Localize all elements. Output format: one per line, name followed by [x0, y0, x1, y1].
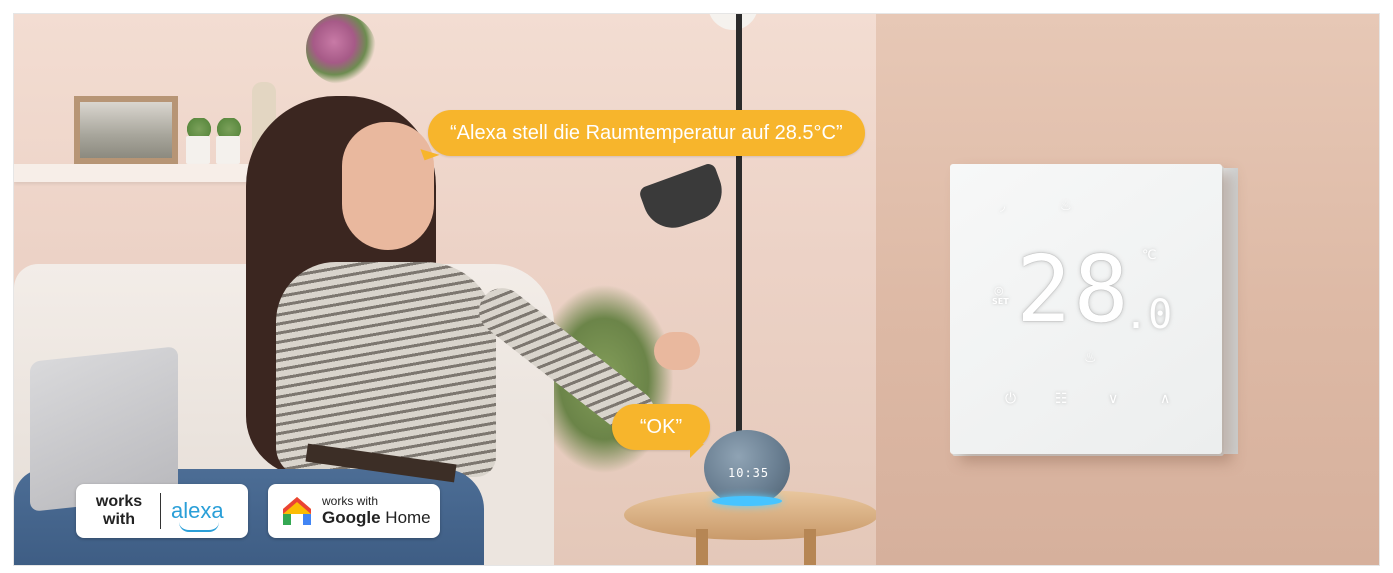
down-arrow-icon: ∨ — [1108, 390, 1119, 406]
voice-command-bubble: “Alexa stell die Raumtemperatur auf 28.5… — [428, 110, 865, 156]
woman-face — [342, 122, 434, 250]
wall-shelf — [14, 164, 279, 182]
floor-lamp-top — [708, 14, 758, 30]
up-arrow-icon: ∧ — [1160, 390, 1171, 406]
set-icon: ◎ — [994, 284, 1004, 297]
alexa-works-with-label: works with — [84, 493, 161, 529]
alexa-logo: alexa — [171, 500, 224, 532]
smart-speaker-clock: 10:35 — [728, 466, 770, 480]
floor-lamp-shade — [637, 161, 731, 237]
plant-pot — [216, 136, 240, 164]
google-home-icon — [280, 494, 314, 528]
thermostat-temperature: 28 — [1016, 236, 1131, 343]
flame-icon: ♨ — [1060, 199, 1072, 214]
celsius-icon: ℃ — [1142, 248, 1157, 263]
set-label-icon: SET — [992, 297, 1009, 306]
side-table-leg — [804, 529, 816, 565]
plant-pot — [186, 136, 210, 164]
reply-bubble: “OK” — [612, 404, 710, 458]
power-icon: ⏻ — [1005, 390, 1017, 406]
thermostat-side — [1222, 168, 1238, 454]
picture-frame — [74, 96, 178, 164]
flower-vase-decoration — [306, 14, 376, 84]
side-table-leg — [696, 529, 708, 565]
works-with-alexa-badge: works with alexa — [76, 484, 248, 538]
heating-icon: ♨ — [1084, 350, 1097, 366]
smart-speaker-light-ring — [712, 496, 782, 506]
woman-hand — [654, 332, 700, 370]
google-home-label: works with Google Home — [322, 494, 431, 527]
works-with-google-home-badge: works with Google Home — [268, 484, 440, 538]
floor-lamp-pole — [736, 14, 742, 474]
mode-icon: ☷ — [1055, 390, 1068, 406]
thermostat-temperature-decimal: .0 — [1124, 292, 1173, 338]
alexa-smile-icon — [179, 522, 219, 532]
wifi-icon: ◞ — [1000, 199, 1006, 214]
